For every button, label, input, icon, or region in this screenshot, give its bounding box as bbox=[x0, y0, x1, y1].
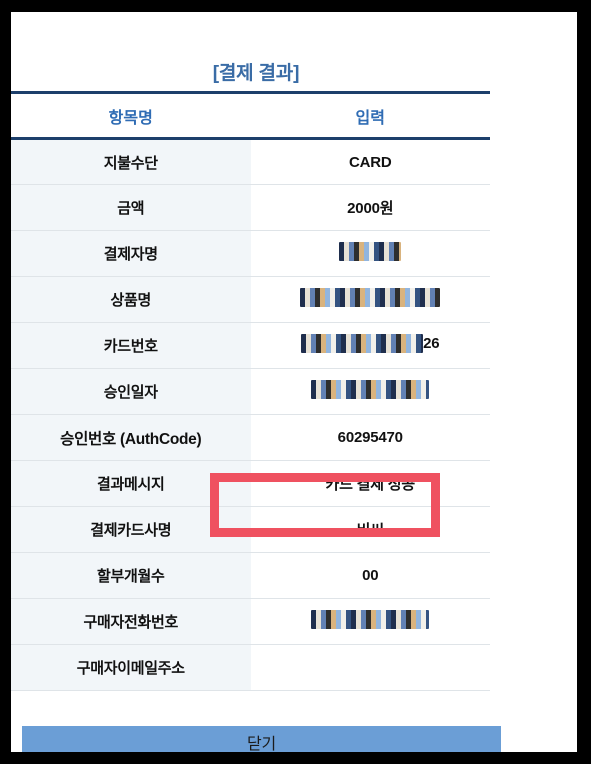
row-value: 26 bbox=[250, 322, 490, 369]
row-label: 결제자명 bbox=[11, 230, 251, 277]
row-label: 지불수단 bbox=[11, 138, 251, 185]
screenshot-root: [결제 결과] 항목명 입력 지불수단 CARD 금액 2000원 결제자명 상품명 카드번… bbox=[0, 0, 591, 764]
redaction-mask bbox=[300, 288, 441, 307]
row-value: 카드 결제 성공 bbox=[250, 460, 490, 507]
payment-result-table: 항목명 입력 지불수단 CARD 금액 2000원 결제자명 상품명 카드번호 26 승인일자 승… bbox=[11, 91, 490, 691]
redacted-value bbox=[311, 610, 430, 629]
redaction-mask bbox=[301, 334, 424, 353]
close-button[interactable]: 닫기 bbox=[22, 726, 501, 752]
table-header-row: 항목명 입력 bbox=[11, 91, 490, 140]
payment-result-dialog: [결제 결과] 항목명 입력 지불수단 CARD 금액 2000원 결제자명 상품명 카드번… bbox=[11, 12, 577, 752]
row-label-text: 승인번호 (AuthCode) bbox=[60, 430, 202, 448]
row-label: 승인일자 bbox=[11, 368, 251, 415]
row-value bbox=[250, 598, 490, 645]
row-label: 결제카드사명 bbox=[11, 506, 251, 553]
table-row: 승인번호 (AuthCode) 60295470 bbox=[11, 414, 490, 461]
table-row: 결제카드사명 비씨 bbox=[11, 506, 490, 553]
redaction-mask bbox=[311, 610, 430, 629]
redaction-mask bbox=[311, 380, 430, 399]
table-row: 상품명 bbox=[11, 276, 490, 323]
row-label: 구매자전화번호 bbox=[11, 598, 251, 645]
table-row: 구매자전화번호 bbox=[11, 598, 490, 645]
row-value bbox=[250, 230, 490, 277]
row-label: 결과메시지 bbox=[11, 460, 251, 507]
column-header-label: 항목명 bbox=[11, 91, 251, 140]
row-value: CARD bbox=[250, 138, 490, 185]
row-value bbox=[250, 644, 490, 691]
redacted-value bbox=[311, 380, 430, 399]
row-label: 상품명 bbox=[11, 276, 251, 323]
table-row: 승인일자 bbox=[11, 368, 490, 415]
row-value-text: 26 bbox=[423, 335, 440, 352]
redaction-mask bbox=[339, 242, 402, 261]
table-row: 카드번호 26 bbox=[11, 322, 490, 369]
row-value bbox=[250, 368, 490, 415]
table-row: 금액 2000원 bbox=[11, 184, 490, 231]
table-body: 지불수단 CARD 금액 2000원 결제자명 상품명 카드번호 26 승인일자 승인번호 (Au… bbox=[11, 138, 490, 691]
table-row: 구매자이메일주소 bbox=[11, 644, 490, 691]
row-value bbox=[250, 276, 490, 323]
row-value: 00 bbox=[250, 552, 490, 599]
row-label: 구매자이메일주소 bbox=[11, 644, 251, 691]
row-value: 비씨 bbox=[250, 506, 490, 553]
table-row: 할부개월수 00 bbox=[11, 552, 490, 599]
row-value: 60295470 bbox=[250, 414, 490, 461]
table-row: 결과메시지 카드 결제 성공 bbox=[11, 460, 490, 507]
table-row: 결제자명 bbox=[11, 230, 490, 277]
redacted-value: 26 bbox=[301, 334, 440, 353]
table-header: 항목명 입력 bbox=[11, 91, 490, 140]
redacted-value bbox=[339, 242, 402, 261]
row-value: 2000원 bbox=[250, 184, 490, 231]
redacted-value bbox=[300, 288, 441, 307]
row-label: 금액 bbox=[11, 184, 251, 231]
table-row: 지불수단 CARD bbox=[11, 138, 490, 185]
page-title: [결제 결과] bbox=[212, 63, 300, 84]
row-label: 카드번호 bbox=[11, 322, 251, 369]
column-header-value: 입력 bbox=[250, 91, 490, 140]
row-label: 승인번호 (AuthCode) bbox=[11, 414, 251, 461]
row-label: 할부개월수 bbox=[11, 552, 251, 599]
